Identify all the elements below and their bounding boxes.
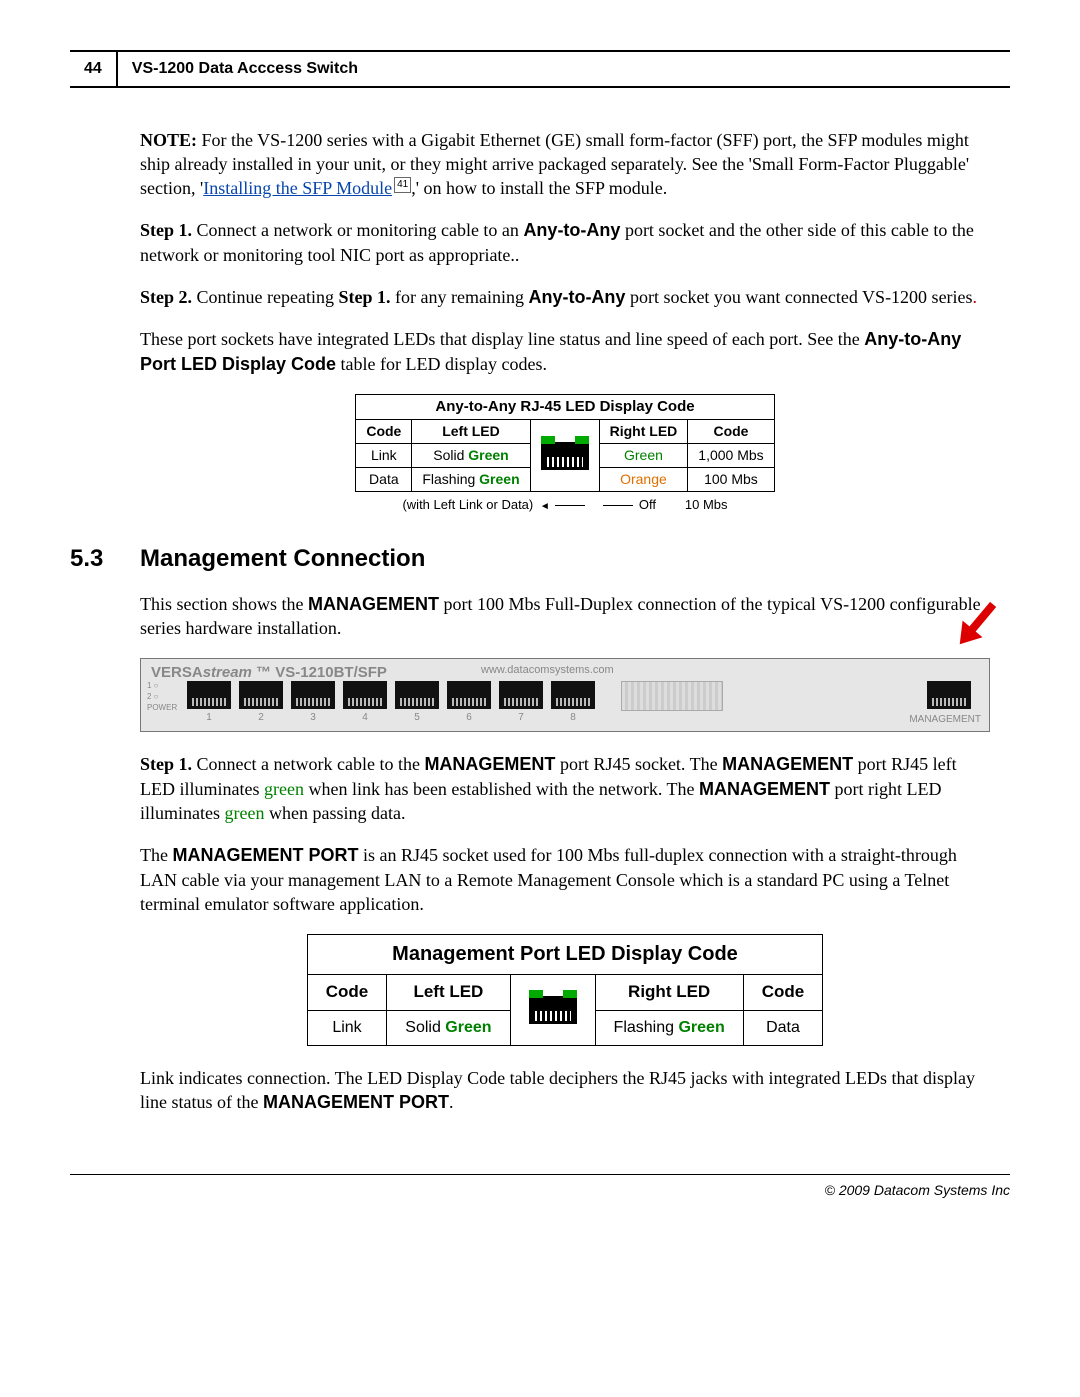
install-sfp-link[interactable]: Installing the SFP Module	[203, 178, 392, 198]
page-header: 44 VS-1200 Data Acccess Switch	[70, 50, 1010, 88]
page-number: 44	[70, 52, 118, 86]
page-content: NOTE: For the VS-1200 series with a Giga…	[140, 128, 990, 514]
table1-caption: (with Left Link or Data) Off 10 Mbs	[140, 496, 990, 514]
port-row	[187, 681, 595, 709]
any-to-any-led-table: Any-to-Any RJ-45 LED Display Code Code L…	[355, 394, 774, 492]
mgmt-port-para: The MANAGEMENT PORT is an RJ45 socket us…	[140, 843, 990, 916]
closing-para: Link indicates connection. The LED Displ…	[140, 1066, 990, 1115]
management-led-table: Management Port LED Display Code Code Le…	[307, 934, 823, 1046]
rj45-icon	[530, 420, 599, 492]
step-2a: Step 2. Continue repeating Step 1. for a…	[140, 285, 990, 309]
led-intro: These port sockets have integrated LEDs …	[140, 327, 990, 376]
note-paragraph: NOTE: For the VS-1200 series with a Giga…	[140, 128, 990, 201]
page-footer: © 2009 Datacom Systems Inc	[70, 1174, 1010, 1200]
device-figure: VERSAstream ™ VS-1210BT/SFP www.datacoms…	[140, 658, 990, 732]
doc-title: VS-1200 Data Acccess Switch	[118, 52, 372, 86]
rj45-icon	[510, 975, 595, 1046]
section-heading: 5.3Management Connection	[70, 543, 1010, 575]
device-front-panel: VERSAstream ™ VS-1210BT/SFP www.datacoms…	[140, 658, 990, 732]
step-1a: Step 1. Connect a network or monitoring …	[140, 218, 990, 267]
management-port-icon	[927, 681, 971, 709]
page-ref-icon: 41	[394, 177, 411, 193]
sfp-slot	[621, 681, 723, 711]
note-label: NOTE:	[140, 130, 197, 150]
mgmt-intro: This section shows the MANAGEMENT port 1…	[140, 592, 990, 641]
step-1b: Step 1. Connect a network cable to the M…	[140, 752, 990, 825]
